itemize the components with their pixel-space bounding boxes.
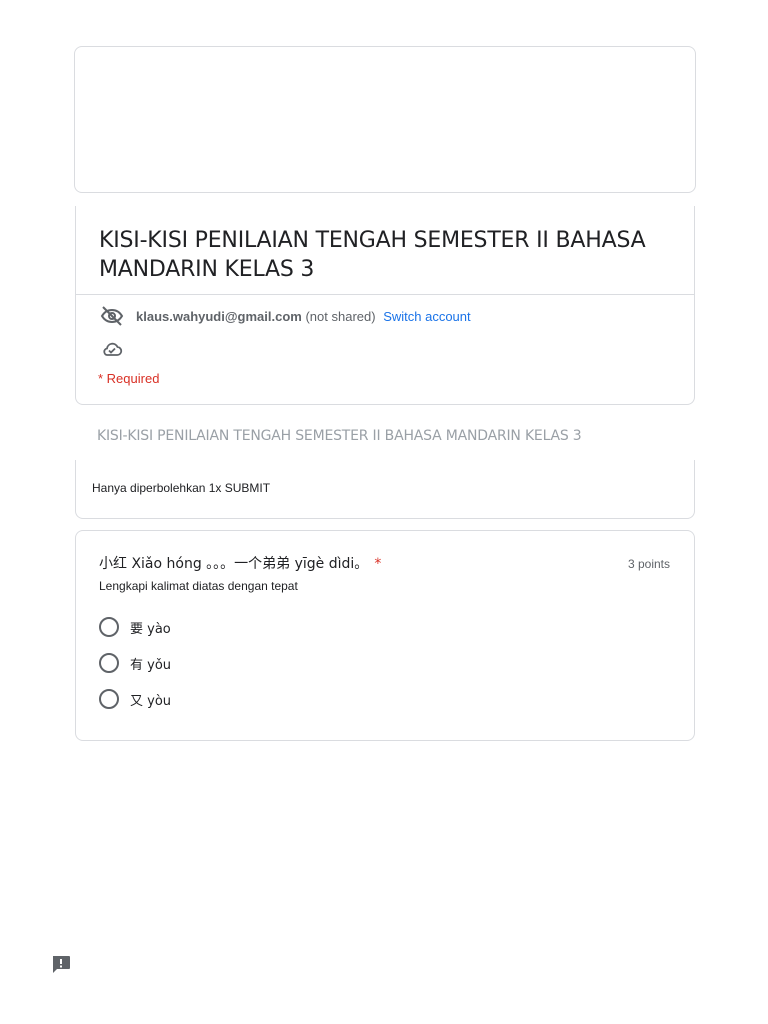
radio-option-you4[interactable]: 又 yòu xyxy=(99,688,171,710)
radio-button[interactable] xyxy=(99,689,119,709)
section-description-card: Hanya diperbolehkan 1x SUBMIT xyxy=(75,460,695,519)
account-info: klaus.wahyudi@gmail.com (not shared) Swi… xyxy=(136,309,471,324)
section-description: Hanya diperbolehkan 1x SUBMIT xyxy=(92,481,271,495)
question-card: 小红 Xiǎo hóng 。。。一个弟弟 yīgè dìdi。 * 3 point… xyxy=(75,530,695,741)
question-help-text: Lengkapi kalimat diatas dengan tepat xyxy=(99,579,298,593)
account-row: klaus.wahyudi@gmail.com (not shared) Swi… xyxy=(100,304,471,328)
required-asterisk: * xyxy=(374,556,382,572)
save-status-row xyxy=(101,340,123,363)
radio-option-yao[interactable]: 要 yào xyxy=(99,616,171,638)
cloud-check-icon xyxy=(101,342,123,362)
form-header-card: KISI-KISI PENILAIAN TENGAH SEMESTER II B… xyxy=(75,206,695,405)
form-title: KISI-KISI PENILAIAN TENGAH SEMESTER II B… xyxy=(99,228,646,282)
header-banner xyxy=(74,46,696,193)
question-title: 小红 Xiǎo hóng 。。。一个弟弟 yīgè dìdi。 * xyxy=(99,553,381,573)
option-label: 有 yǒu xyxy=(130,657,172,673)
option-label: 又 yòu xyxy=(130,693,172,709)
shared-status: (not shared) xyxy=(305,308,376,324)
header-divider xyxy=(76,294,694,295)
account-email: klaus.wahyudi@gmail.com xyxy=(136,308,302,324)
radio-button[interactable] xyxy=(99,617,119,637)
report-feedback-icon[interactable] xyxy=(50,953,72,975)
option-label: 要 yào xyxy=(130,621,171,637)
question-points: 3 points xyxy=(627,557,670,571)
eye-off-icon xyxy=(100,304,124,328)
question-text: 小红 Xiǎo hóng 。。。一个弟弟 yīgè dìdi。 xyxy=(99,556,369,572)
section-title: KISI-KISI PENILAIAN TENGAH SEMESTER II B… xyxy=(97,428,582,444)
radio-button[interactable] xyxy=(99,653,119,673)
radio-option-you3[interactable]: 有 yǒu xyxy=(99,652,171,674)
required-notice: * Required xyxy=(98,371,160,386)
switch-account-link[interactable]: Switch account xyxy=(383,309,470,324)
